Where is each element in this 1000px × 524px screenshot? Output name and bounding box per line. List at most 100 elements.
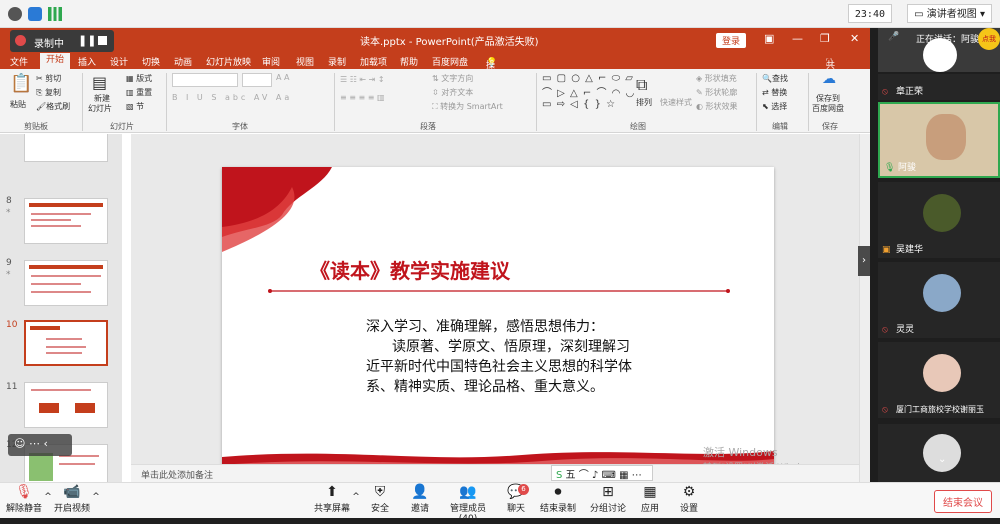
shape-fill-button[interactable]: ◈ 形状填充 [696,73,737,84]
restore-icon[interactable]: ❐ [820,32,830,45]
arrange-button[interactable]: 排列 [636,97,652,108]
emoji-icon[interactable]: ☺ [14,437,25,450]
menu-insert[interactable]: 插入 [78,55,96,68]
shape-effects-button[interactable]: ◐ 形状效果 [696,101,738,112]
search-icon: 🔍 [762,74,772,83]
end-recording-button[interactable]: ⏺ 结束录制 [538,483,578,519]
apps-button[interactable]: ▦ 应用 [636,483,664,519]
menu-view[interactable]: 视图 [296,55,314,68]
manage-participants-button[interactable]: 👥 管理成员(40) [442,483,494,524]
format-painter-button[interactable]: 🖌格式刷 [36,101,70,112]
font-size-select[interactable] [242,73,272,87]
shape-gallery[interactable]: ▭ ▢ ○ △ ⌐ ⬭ ▱ ⌒ ▷ △ ⌐ ⌒ ◠ ◡ ▭ ⇨ ◁ { } ☆ [542,73,635,110]
unmute-button[interactable]: 🎙 解除静音 [4,483,44,519]
panel-toggle-icon[interactable]: › [858,246,870,276]
reset-button[interactable]: ▥ 重置 [126,87,152,98]
paste-icon[interactable]: 📋 [10,73,32,94]
presenter-view-button[interactable]: ▭ 演讲者视图 ▾ [907,4,992,23]
cut-button[interactable]: ✂ 剪切 [36,73,61,84]
ime-toolbar[interactable]: S 五 ⌒ ♪ ⌨ ▦ ⋯ [551,465,653,481]
participant-tile-active[interactable]: 🎙 阿骏 [878,102,1000,178]
align-icons[interactable]: ≡ ≡ ≡ ≡ ▥ [340,93,385,102]
brush-icon: 🖌 [36,102,47,111]
text-direction-button[interactable]: ⇅ 文字方向 [432,73,473,84]
breakout-icon: ⊞ [602,484,614,500]
slide-thumbnail[interactable] [24,382,108,428]
menu-help[interactable]: 帮助 [400,55,418,68]
section-button[interactable]: ▧ 节 [126,101,144,112]
list-icons[interactable]: ☰ ☷ ⇤ ⇥ ↕ [340,75,385,84]
settings-button[interactable]: ⚙ 设置 [674,483,704,519]
align-text-button[interactable]: ⇳ 对齐文本 [432,87,473,98]
breakout-rooms-button[interactable]: ⊞ 分组讨论 [588,483,628,519]
chat-button[interactable]: 💬 聊天 6 [502,483,530,519]
quick-styles-button[interactable]: 快速样式 [660,97,692,108]
minimize-icon[interactable]: — [792,32,803,45]
smartart-button[interactable]: ⛶ 转换为 SmartArt [432,101,503,112]
start-video-button[interactable]: 📹 开启视频 [52,483,92,519]
layout-button[interactable]: ▦ 版式 [126,73,152,84]
menu-home[interactable]: 开始 [40,53,71,69]
paste-button[interactable]: 粘贴 [10,99,26,110]
slide-body-line: 近平新时代中国特色社会主义思想的科学体 [366,359,632,375]
login-button[interactable]: 登录 [716,33,747,48]
add-user-icon: 👤 [411,484,429,500]
share-screen-button[interactable]: ⬆ 共享屏幕 [312,483,352,519]
end-meeting-button[interactable]: 结束会议 [934,490,992,513]
close-icon[interactable]: ✕ [850,32,859,45]
menu-slideshow[interactable]: 幻灯片放映 [206,55,251,68]
chevron-down-icon[interactable]: ⌄ [938,454,946,465]
participant-tile[interactable]: ▣ 吴建华 [878,182,1000,258]
shield-icon[interactable] [28,7,42,21]
current-slide[interactable]: 《读本》教学实施建议 深入学习、准确理解，感悟思想伟力： 读原著、学原文、悟原理… [222,167,774,477]
participant-name: 阿骏 [898,163,917,173]
new-slide-icon[interactable]: ▤ [92,73,107,92]
find-button[interactable]: 🔍查找 [762,73,788,84]
menu-file[interactable]: 文件 [10,55,28,68]
menu-design[interactable]: 设计 [110,55,128,68]
info-icon[interactable] [8,7,22,21]
slide-thumbnail-selected[interactable] [24,320,108,366]
vertical-scrollbar[interactable] [859,134,870,482]
font-format-icons[interactable]: B I U S abc AV Aa [172,93,292,102]
copy-button[interactable]: ⎘ 复制 [36,87,61,98]
replace-button[interactable]: ⇄ 替换 [762,87,787,98]
new-slide-button-2[interactable]: 幻灯片 [88,103,112,114]
arrange-icon[interactable]: ⧉ [636,75,647,95]
notes-placeholder: 单击此处添加备注 [141,471,214,481]
slide-thumbnail[interactable] [24,198,108,244]
chevron-up-icon[interactable]: ^ [44,483,52,519]
more-icon[interactable]: ⋯ [29,437,40,450]
annotation-toolbar[interactable]: ☺ ⋯ ‹ [8,434,72,456]
menu-animations[interactable]: 动画 [174,55,192,68]
slide-thumbnail[interactable] [24,134,108,162]
participant-tile[interactable]: ⌄ [878,424,1000,482]
participant-tile[interactable]: ⦸ 灵灵 [878,262,1000,338]
select-button[interactable]: ⬉ 选择 [762,101,787,112]
participant-tile[interactable]: ⦸ 章正荣 [878,74,1000,100]
menu-addins[interactable]: 加载项 [360,55,387,68]
active-speaker-tile[interactable]: 🎤 正在讲话：阿骏； 点我 [878,28,1000,72]
save-to-baidu-button-2[interactable]: 百度网盘 [812,103,844,114]
pause-icon[interactable]: ❚❚ [78,34,96,47]
chevron-up-icon[interactable]: ^ [92,483,100,519]
baidu-cloud-icon[interactable]: ☁ [822,71,836,87]
promo-badge[interactable]: 点我 [978,28,1000,50]
stop-icon[interactable] [98,36,107,45]
shape-outline-button[interactable]: ✎ 形状轮廓 [696,87,737,98]
collapse-icon[interactable]: ‹ [43,437,47,450]
drawing-group-label: 绘图 [630,122,646,131]
menu-transitions[interactable]: 切换 [142,55,160,68]
font-grow-icon[interactable]: A A [276,73,290,82]
menu-review[interactable]: 审阅 [262,55,280,68]
participant-tile[interactable]: ⦸ 厦门工商旅校学校谢丽玉 [878,342,1000,418]
security-button[interactable]: ⛨ 安全 [364,483,396,519]
font-name-select[interactable] [172,73,238,87]
invite-button[interactable]: 👤 邀请 [404,483,436,519]
ribbon-display-icon[interactable]: ▣ [764,32,774,45]
menu-record[interactable]: 录制 [328,55,346,68]
chevron-up-icon[interactable]: ^ [352,483,360,519]
slide-thumbnail[interactable] [24,260,108,306]
menu-baidu[interactable]: 百度网盘 [432,55,468,68]
notes-pane[interactable]: 单击此处添加备注 S 五 ⌒ ♪ ⌨ ▦ ⋯ [131,464,859,482]
